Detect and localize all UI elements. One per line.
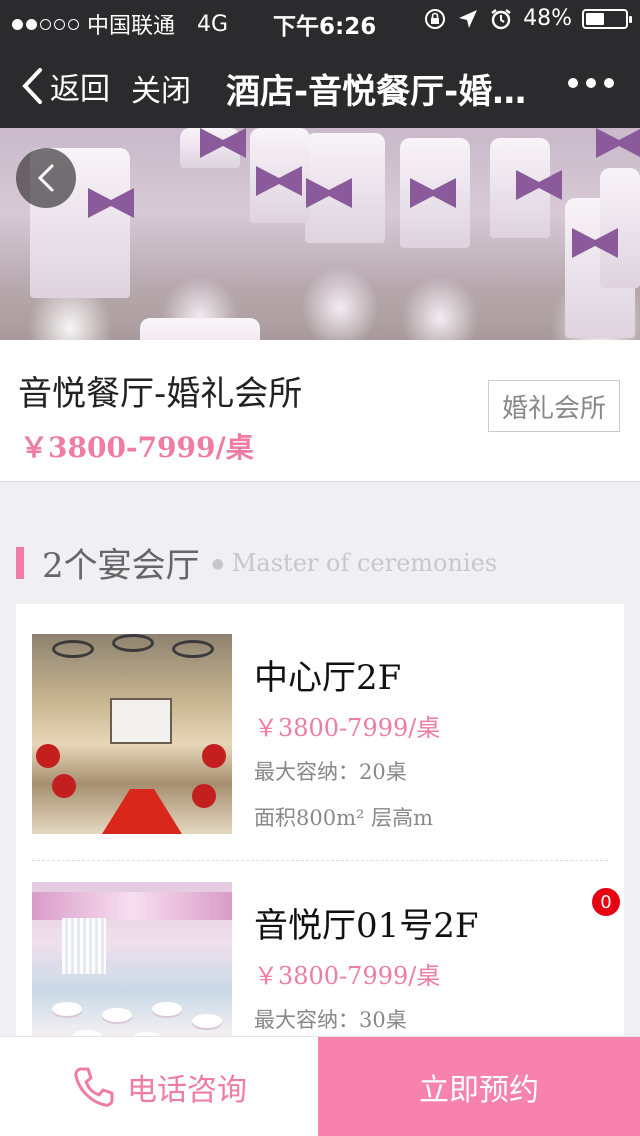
hall-photo xyxy=(32,634,232,834)
hall-capacity: 最大容纳：20桌 xyxy=(254,760,407,784)
venue-hero-image[interactable] xyxy=(0,128,640,340)
hall-name: 中心厅2F xyxy=(254,658,402,698)
back-icon xyxy=(22,68,42,104)
nav-bar: 返回 关闭 酒店-音悦餐厅-婚礼会所 xyxy=(0,40,640,128)
status-bar: 中国联通 4G 下午6:26 48% xyxy=(0,0,640,40)
cart-count-badge[interactable]: 0 xyxy=(590,886,622,918)
book-now-button[interactable]: 立即预约 xyxy=(318,1037,640,1136)
venue-name: 音悦餐厅-婚礼会所 xyxy=(18,374,303,414)
signal-icon xyxy=(12,18,79,30)
hall-name: 音悦厅01号2F xyxy=(254,906,479,946)
section-header: 2个宴会厅 Master of ceremonies xyxy=(16,538,497,587)
section-subtitle: Master of ceremonies xyxy=(212,549,497,577)
hall-photo xyxy=(32,882,232,1044)
battery-icon xyxy=(582,8,632,29)
hall-price: ￥3800-7999/桌 xyxy=(254,962,441,990)
more-icon[interactable] xyxy=(568,66,614,100)
hall-area: 面积800m² 层高m xyxy=(254,806,434,830)
venue-price: ￥3800-7999/桌 xyxy=(20,431,254,464)
hall-item[interactable]: 中心厅2F ￥3800-7999/桌 最大容纳：20桌 面积800m² 层高m xyxy=(32,634,608,834)
alarm-icon xyxy=(491,8,511,29)
network-label: 4G xyxy=(197,11,229,37)
location-icon xyxy=(459,9,478,28)
call-label: 电话咨询 xyxy=(127,1073,247,1108)
hall-capacity: 最大容纳：30桌 xyxy=(254,1008,407,1032)
status-time: 下午6:26 xyxy=(273,14,377,40)
venue-tag: 婚礼会所 xyxy=(488,380,620,432)
list-divider xyxy=(32,860,608,861)
section-title: 2个宴会厅 xyxy=(42,546,200,586)
battery-percent: 48% xyxy=(523,6,572,31)
phone-icon xyxy=(74,1067,114,1107)
back-button[interactable]: 返回 xyxy=(20,64,110,108)
carousel-back-icon xyxy=(37,164,54,192)
status-right: 48% xyxy=(423,6,632,31)
hall-list: 中心厅2F ￥3800-7999/桌 最大容纳：20桌 面积800m² 层高m … xyxy=(16,604,624,1044)
status-left: 中国联通 4G xyxy=(12,8,228,40)
hall-price: ￥3800-7999/桌 xyxy=(254,714,441,742)
carousel-back-button[interactable] xyxy=(16,148,76,208)
carrier-label: 中国联通 xyxy=(87,14,176,39)
hall-item[interactable]: 音悦厅01号2F ￥3800-7999/桌 最大容纳：30桌 xyxy=(32,882,608,1044)
bottom-action-bar: 电话咨询 立即预约 xyxy=(0,1036,640,1136)
call-button[interactable]: 电话咨询 xyxy=(0,1037,318,1136)
back-label: 返回 xyxy=(50,72,110,107)
close-button[interactable]: 关闭 xyxy=(131,66,191,110)
page-title: 酒店-音悦餐厅-婚礼会所 xyxy=(226,72,556,112)
lock-rotation-icon xyxy=(425,8,446,29)
venue-info: 音悦餐厅-婚礼会所 ￥3800-7999/桌 婚礼会所 xyxy=(0,340,640,482)
section-accent-bar xyxy=(16,546,24,579)
